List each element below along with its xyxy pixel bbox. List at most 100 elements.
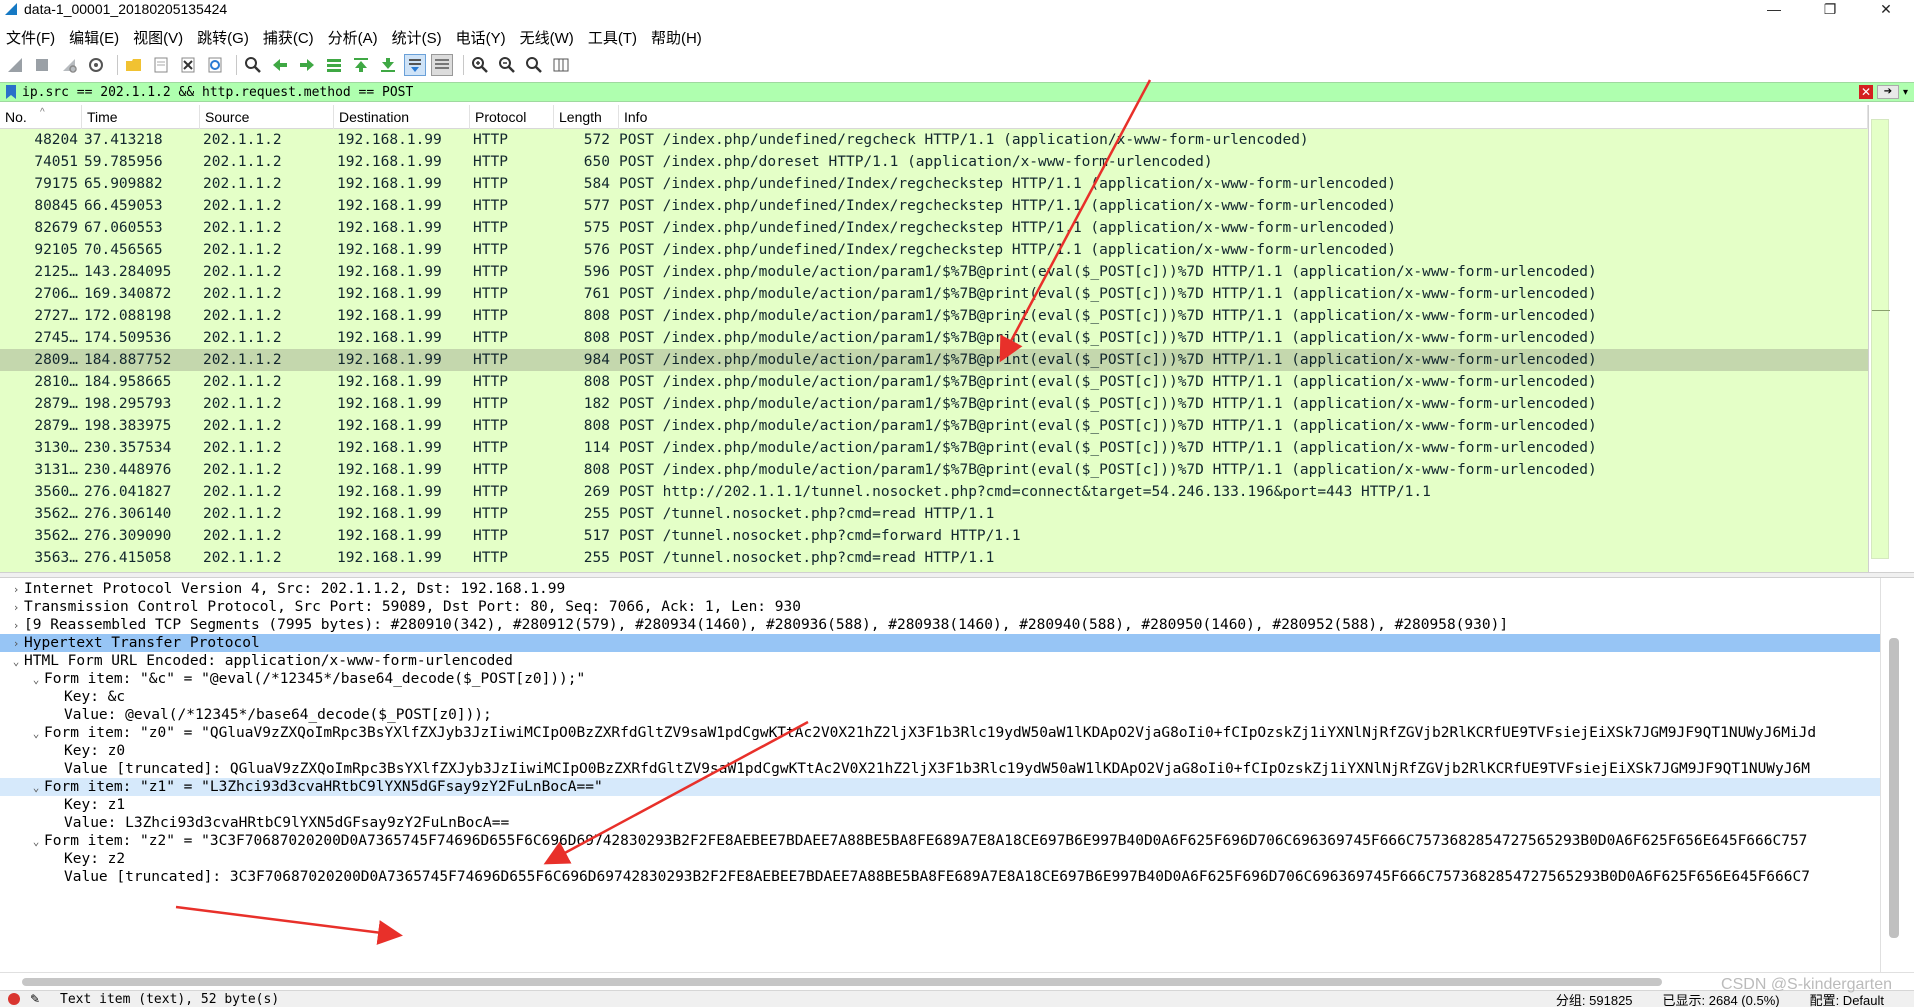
column-header-no[interactable]: No. ^ <box>0 105 82 129</box>
detail-tree-item[interactable]: ⌄ Form item: "&c" = "@eval(/*12345*/base6… <box>0 670 1880 688</box>
packet-row[interactable]: 2727… 172.088198 202.1.1.2 192.168.1.99 HTTP… <box>0 305 1868 327</box>
stop-icon[interactable] <box>31 54 53 76</box>
detail-tree-item[interactable]: › Internet Protocol Version 4, Src: 202.1… <box>0 580 1880 598</box>
forward-arrow-icon[interactable] <box>296 54 318 76</box>
packet-minimap[interactable] <box>1871 119 1890 559</box>
collapse-chevron-icon[interactable]: ⌄ <box>28 671 44 689</box>
detail-tree-item[interactable]: Value [truncated]: QGluaV9zZXQoImRpc3BsY… <box>0 760 1880 778</box>
packet-row[interactable]: 3562… 276.306140 202.1.1.2 192.168.1.99 HTTP… <box>0 503 1868 525</box>
last-packet-icon[interactable] <box>377 54 399 76</box>
bookmark-icon[interactable] <box>4 84 18 100</box>
detail-tree-item[interactable]: Value: L3Zhci93d3cvaHRtbC9lYXN5dGFsay9zY… <box>0 814 1880 832</box>
packet-row[interactable]: 2809… 184.887752 202.1.1.2 192.168.1.99 HTTP… <box>0 349 1868 371</box>
expand-chevron-icon[interactable]: › <box>8 599 24 617</box>
resize-columns-icon[interactable] <box>550 54 572 76</box>
menu-edit[interactable]: 编辑(E) <box>69 27 119 48</box>
restore-button[interactable]: ❐ <box>1802 0 1858 18</box>
menu-statistics[interactable]: 统计(S) <box>392 27 442 48</box>
options-gear-icon[interactable] <box>85 54 107 76</box>
detail-tree-item[interactable]: Value [truncated]: 3C3F70687020200D0A736… <box>0 868 1880 886</box>
autoscroll-icon[interactable] <box>404 54 426 76</box>
menu-wireless[interactable]: 无线(W) <box>520 27 574 48</box>
menu-help[interactable]: 帮助(H) <box>651 27 702 48</box>
go-to-packet-icon[interactable] <box>323 54 345 76</box>
restart-icon[interactable] <box>58 54 80 76</box>
close-file-icon[interactable] <box>177 54 199 76</box>
minimize-button[interactable]: — <box>1746 0 1802 18</box>
back-arrow-icon[interactable] <box>269 54 291 76</box>
packet-row[interactable]: 2879… 198.295793 202.1.1.2 192.168.1.99 HTTP… <box>0 393 1868 415</box>
packet-row[interactable]: 2125… 143.284095 202.1.1.2 192.168.1.99 HTTP… <box>0 261 1868 283</box>
collapse-chevron-icon[interactable]: ⌄ <box>28 725 44 743</box>
capture-comment-icon[interactable]: ✎ <box>30 992 44 1006</box>
packet-row[interactable]: 2706… 169.340872 202.1.1.2 192.168.1.99 HTTP… <box>0 283 1868 305</box>
zoom-out-icon[interactable] <box>496 54 518 76</box>
zoom-normal-icon[interactable] <box>523 54 545 76</box>
filter-history-dropdown-icon[interactable]: ▾ <box>1903 87 1908 98</box>
menu-analyze[interactable]: 分析(A) <box>328 27 378 48</box>
packet-list-scroll-thumb[interactable] <box>1893 119 1905 559</box>
menu-telephony[interactable]: 电话(Y) <box>456 27 506 48</box>
search-icon[interactable] <box>242 54 264 76</box>
packet-row[interactable]: 74051 59.785956 202.1.1.2 192.168.1.99 HTTP 6… <box>0 151 1868 173</box>
packet-row[interactable]: 3560… 276.041827 202.1.1.2 192.168.1.99 HTTP… <box>0 481 1868 503</box>
horizontal-scroll-thumb[interactable] <box>22 978 1662 986</box>
menu-file[interactable]: 文件(F) <box>6 27 55 48</box>
menu-capture[interactable]: 捕获(C) <box>263 27 314 48</box>
detail-tree-item[interactable]: ⌄ Form item: "z2" = "3C3F70687020200D0A73… <box>0 832 1880 850</box>
menu-go[interactable]: 跳转(G) <box>197 27 249 48</box>
expert-info-icon[interactable] <box>8 993 20 1005</box>
column-header-protocol[interactable]: Protocol <box>470 105 554 129</box>
packet-row[interactable]: 48204 37.413218 202.1.1.2 192.168.1.99 HTTP 5… <box>0 129 1868 151</box>
detail-tree-item[interactable]: › [9 Reassembled TCP Segments (7995 bytes… <box>0 616 1880 634</box>
column-header-destination[interactable]: Destination <box>334 105 470 129</box>
packet-row[interactable]: 3131… 230.448976 202.1.1.2 192.168.1.99 HTTP… <box>0 459 1868 481</box>
expand-chevron-icon[interactable]: › <box>8 617 24 635</box>
display-filter-input[interactable] <box>22 83 1859 101</box>
collapse-chevron-icon[interactable]: ⌄ <box>28 779 44 797</box>
packet-row[interactable]: 2810… 184.958665 202.1.1.2 192.168.1.99 HTTP… <box>0 371 1868 393</box>
close-button[interactable]: ✕ <box>1858 0 1914 18</box>
collapse-chevron-icon[interactable]: ⌄ <box>28 833 44 851</box>
packet-row[interactable]: 3562… 276.309090 202.1.1.2 192.168.1.99 HTTP… <box>0 525 1868 547</box>
clear-filter-icon[interactable]: ✕ <box>1858 85 1873 99</box>
packet-row[interactable]: 3130… 230.357534 202.1.1.2 192.168.1.99 HTTP… <box>0 437 1868 459</box>
apply-filter-icon[interactable]: ➔ <box>1876 85 1899 99</box>
details-horizontal-scrollbar[interactable] <box>0 972 1914 990</box>
first-packet-icon[interactable] <box>350 54 372 76</box>
detail-tree-item[interactable]: Value: @eval(/*12345*/base64_decode($_PO… <box>0 706 1880 724</box>
packet-row[interactable]: 79175 65.909882 202.1.1.2 192.168.1.99 HTTP 5… <box>0 173 1868 195</box>
column-header-length[interactable]: Length <box>554 105 619 129</box>
expand-chevron-icon[interactable]: › <box>8 581 24 599</box>
column-header-time[interactable]: Time <box>82 105 200 129</box>
menu-tools[interactable]: 工具(T) <box>588 27 637 48</box>
menu-view[interactable]: 视图(V) <box>133 27 183 48</box>
details-scrollbar[interactable] <box>1880 578 1914 972</box>
detail-tree-item[interactable]: › Hypertext Transfer Protocol <box>0 634 1880 652</box>
packet-row[interactable]: 92105 70.456565 202.1.1.2 192.168.1.99 HTTP 5… <box>0 239 1868 261</box>
save-file-icon[interactable] <box>150 54 172 76</box>
packet-row[interactable]: 80845 66.459053 202.1.1.2 192.168.1.99 HTTP 5… <box>0 195 1868 217</box>
open-folder-icon[interactable] <box>123 54 145 76</box>
packet-row[interactable]: 2879… 198.383975 202.1.1.2 192.168.1.99 HTTP… <box>0 415 1868 437</box>
colorize-icon[interactable] <box>431 54 453 76</box>
detail-tree-item[interactable]: › Transmission Control Protocol, Src Port… <box>0 598 1880 616</box>
packet-row[interactable]: 3563… 276.415058 202.1.1.2 192.168.1.99 HTTP… <box>0 547 1868 569</box>
packet-row[interactable]: 2745… 174.509536 202.1.1.2 192.168.1.99 HTTP… <box>0 327 1868 349</box>
detail-tree-item[interactable]: ⌄ Form item: "z1" = "L3Zhci93d3cvaHRtbC9l… <box>0 778 1880 796</box>
detail-tree-item[interactable]: Key: z1 <box>0 796 1880 814</box>
detail-tree-item[interactable]: Key: &c <box>0 688 1880 706</box>
shark-fin-start-icon[interactable] <box>4 54 26 76</box>
zoom-in-icon[interactable] <box>469 54 491 76</box>
expand-chevron-icon[interactable]: › <box>8 635 24 653</box>
column-header-info[interactable]: Info <box>619 105 1868 129</box>
details-scroll-thumb[interactable] <box>1889 638 1899 938</box>
detail-tree-item[interactable]: Key: z0 <box>0 742 1880 760</box>
detail-tree-item[interactable]: Key: z2 <box>0 850 1880 868</box>
packet-list-scrollbar[interactable] <box>1868 105 1914 572</box>
detail-tree-item[interactable]: ⌄ Form item: "z0" = "QGluaV9zZXQoImRpc3Bs… <box>0 724 1880 742</box>
packet-row[interactable]: 82679 67.060553 202.1.1.2 192.168.1.99 HTTP 5… <box>0 217 1868 239</box>
reload-icon[interactable] <box>204 54 226 76</box>
detail-tree-item[interactable]: ⌄ HTML Form URL Encoded: application/x-ww… <box>0 652 1880 670</box>
column-header-source[interactable]: Source <box>200 105 334 129</box>
